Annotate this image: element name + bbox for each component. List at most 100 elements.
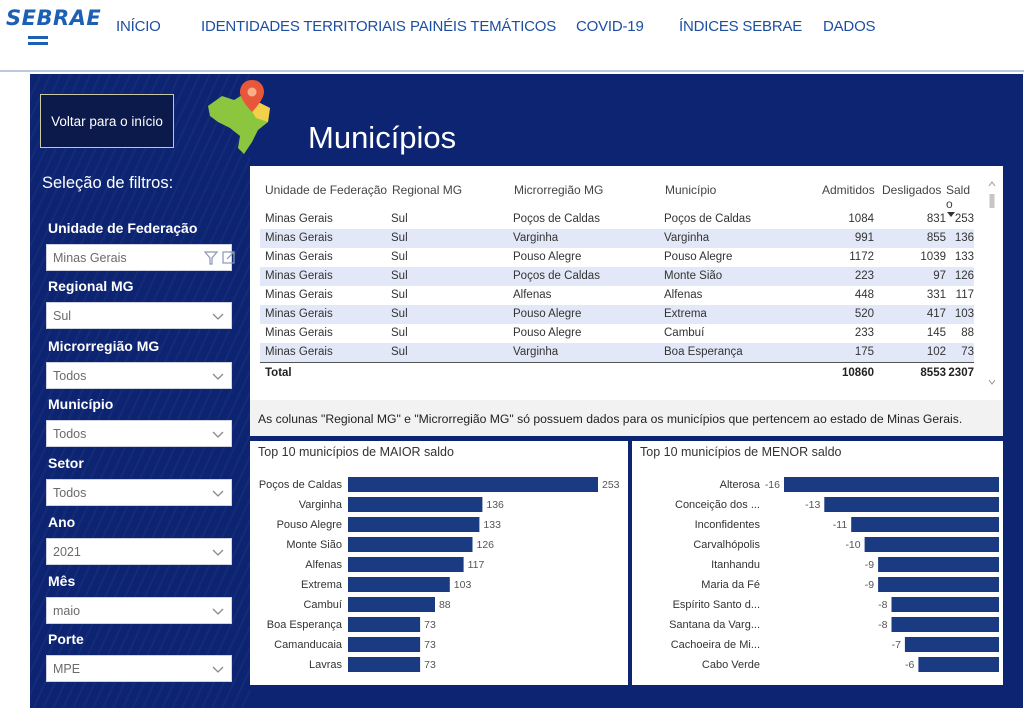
nav-covid-19[interactable]: COVID-19 [576,18,644,35]
bar-value-label: -8 [878,619,887,631]
cell-admitidos: 520 [854,308,874,320]
cell-admitidos: 991 [854,232,874,244]
bar-value-label: -9 [865,579,874,591]
filter-porte-select[interactable]: MPE [46,655,232,682]
filter-clear-icon[interactable] [201,249,243,267]
nav-paineis-tematicos[interactable]: PAINÉIS TEMÁTICOS [410,18,556,35]
cell-saldo: 133 [954,251,974,263]
cell-desligados: 97 [933,270,946,282]
bar[interactable] [864,537,999,552]
bar[interactable] [348,557,464,572]
cell-uf: Minas Gerais [265,213,333,225]
filter-ano-select[interactable]: 2021 [46,538,232,565]
cell-municipio: Varginha [664,232,710,244]
table-row[interactable]: Minas Gerais Sul Varginha Varginha 991 855 136 [260,229,974,248]
bar[interactable] [348,497,483,512]
bar[interactable] [348,517,480,532]
cell-microrregiao: Alfenas [513,289,552,301]
filter-municipio-select[interactable]: Todos [46,420,232,447]
bar[interactable] [348,577,450,592]
column-header-uf[interactable]: Unidade de Federação [265,183,387,197]
table-row[interactable]: Minas Gerais Sul Varginha Boa Esperança 175 1… [260,343,974,362]
filter-setor-select[interactable]: Todos [46,479,232,506]
nav-dados[interactable]: DADOS [823,18,876,35]
back-to-home-button[interactable]: Voltar para o início [40,94,174,148]
bar[interactable] [891,617,1000,632]
table-row[interactable]: Minas Gerais Sul Pouso Alegre Extrema 520 417… [260,305,974,324]
cell-regional: Sul [391,213,408,225]
bar[interactable] [824,497,999,512]
chevron-down-icon [212,373,224,380]
bar-value-label: -16 [765,479,780,491]
bar-category-label: Conceição dos ... [675,499,760,511]
filter-uf-select[interactable]: Minas Gerais [46,244,235,271]
cell-regional: Sul [391,346,408,358]
nav-inicio[interactable]: INÍCIO [116,18,161,35]
cell-admitidos: 448 [854,289,874,301]
column-header-microrregiao[interactable]: Microrregião MG [514,183,603,197]
column-header-admitidos[interactable]: Admitidos [822,183,875,197]
bar[interactable] [784,477,999,492]
table-row[interactable]: Minas Gerais Sul Poços de Caldas Monte Sião… [260,267,974,286]
table-row[interactable]: Minas Gerais Sul Pouso Alegre Cambuí 233 145 8… [260,324,974,343]
cell-uf: Minas Gerais [265,289,333,301]
cell-regional: Sul [391,270,408,282]
filter-regional-select[interactable]: Sul [46,302,232,329]
cell-uf: Minas Gerais [265,251,333,263]
nav-identidades-territoriais[interactable]: IDENTIDADES TERRITORIAIS [201,18,406,35]
sebrae-logo[interactable]: SEBRAE [6,6,101,30]
nav-indices-sebrae[interactable]: ÍNDICES SEBRAE [679,18,802,35]
bar[interactable] [891,597,1000,612]
total-admitidos: 10860 [842,367,874,379]
bar-value-label: 103 [454,579,472,591]
filter-label-regional: Regional MG [48,278,134,294]
filter-microrregiao-select[interactable]: Todos [46,362,232,389]
bar[interactable] [878,557,999,572]
bar-value-label: 253 [602,479,620,491]
bar[interactable] [918,657,999,672]
cell-microrregiao: Pouso Alegre [513,327,582,339]
table-row[interactable]: Minas Gerais Sul Alfenas Alfenas 448 331 117 [260,286,974,305]
cell-microrregiao: Pouso Alegre [513,308,582,320]
bar[interactable] [348,657,421,672]
chart-title-menor: Top 10 municípios de MENOR saldo [640,445,842,459]
column-header-saldo[interactable]: Sald [946,183,970,197]
cell-uf: Minas Gerais [265,232,333,244]
bar[interactable] [878,577,999,592]
filter-porte-value: MPE [53,662,81,676]
column-header-regional[interactable]: Regional MG [392,183,462,197]
bar[interactable] [348,617,421,632]
bar-category-label: Cambuí [303,599,342,611]
bar[interactable] [348,537,473,552]
cell-municipio: Pouso Alegre [664,251,733,263]
chevron-down-icon [212,490,224,497]
bar-value-label: 136 [486,499,504,511]
bar-value-label: -6 [905,659,914,671]
bar[interactable] [904,637,999,652]
cell-municipio: Monte Sião [664,270,723,282]
cell-uf: Minas Gerais [265,270,333,282]
chevron-down-icon [212,608,224,615]
municipios-table: Unidade de Federação Regional MG Microrr… [250,166,1003,400]
dashboard-panel: Voltar para o início Municípios Seleção … [30,74,1023,708]
filter-mes-select[interactable]: maio [46,597,232,624]
column-header-desligados[interactable]: Desligados [882,183,941,197]
bar[interactable] [348,597,435,612]
bar[interactable] [348,477,598,492]
filter-label-municipio: Município [48,396,114,412]
bar[interactable] [348,637,421,652]
cell-microrregiao: Poços de Caldas [513,270,600,282]
bar-value-label: -9 [865,559,874,571]
column-header-municipio[interactable]: Município [665,183,716,197]
filter-label-microrregiao: Microrregião MG [48,338,160,354]
cell-uf: Minas Gerais [265,346,333,358]
table-scrollbar[interactable] [988,180,996,390]
bar-category-label: Boa Esperança [267,619,343,631]
bar-value-label: -7 [892,639,901,651]
bar[interactable] [851,517,999,532]
bar-category-label: Camanducaia [274,639,343,651]
table-row[interactable]: Minas Gerais Sul Poços de Caldas Poços de C… [260,210,974,229]
table-row[interactable]: Minas Gerais Sul Pouso Alegre Pouso Alegre 1… [260,248,974,267]
column-header-saldo-wrap: o [946,197,953,211]
bar-category-label: Alfenas [305,559,342,571]
